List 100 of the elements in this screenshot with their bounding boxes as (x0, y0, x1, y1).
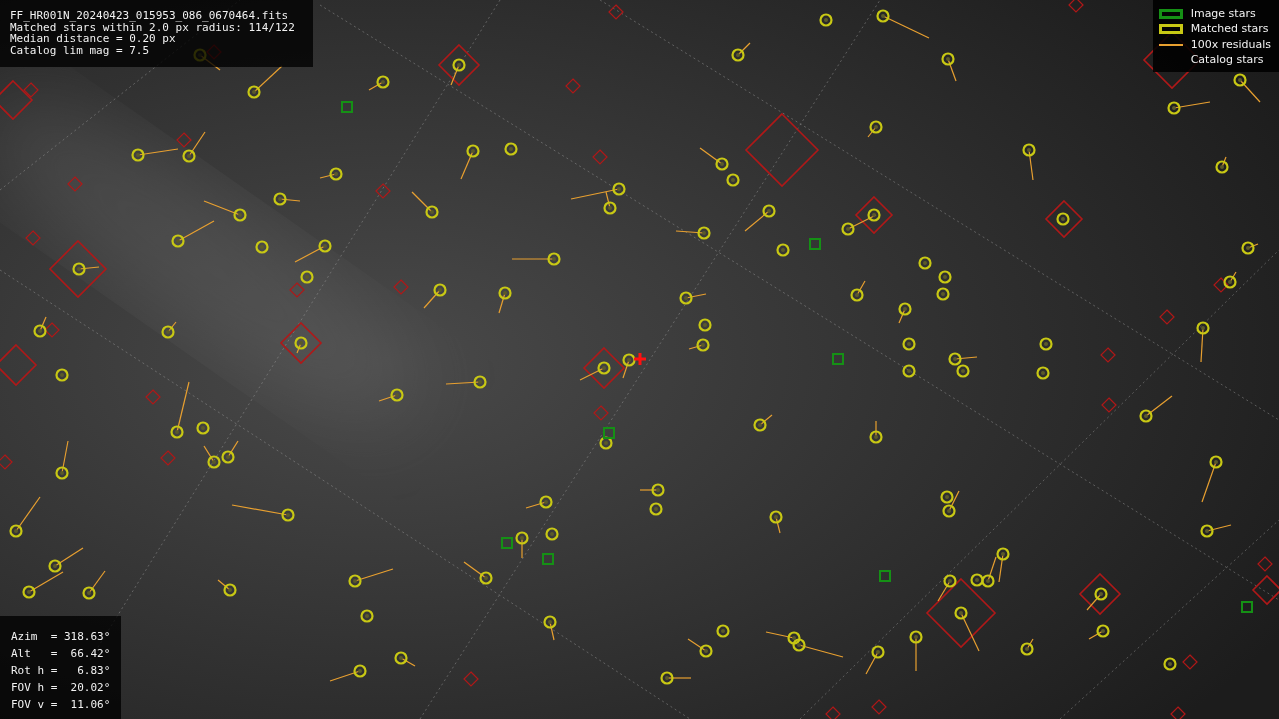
catalog-star-marker (592, 149, 608, 165)
info-line: Median distance = 0.20 px (10, 33, 176, 45)
info-line: FF_HR001N_20240423_015953_086_0670464.fits (10, 10, 290, 22)
matched-star-marker (675, 226, 711, 240)
matched-star-marker (679, 291, 707, 305)
catalog-star-marker (463, 671, 479, 687)
catalog-star-marker (1078, 572, 1122, 616)
matched-star-marker (898, 302, 912, 324)
catalog-star-marker (593, 405, 609, 421)
legend-label: Matched stars (1190, 21, 1269, 37)
legend-label: Catalog stars (1190, 52, 1264, 68)
matched-star-marker (744, 204, 776, 232)
catalog-star-marker (871, 699, 887, 715)
catalog-star-marker (67, 176, 83, 192)
matched-star-marker (170, 381, 190, 439)
catalog-star-marker (1100, 347, 1116, 363)
matched-star-marker (182, 131, 206, 163)
matched-star-marker (294, 239, 332, 263)
info-line: Azim = 318.63° (11, 629, 111, 645)
catalog-star-marker (160, 450, 176, 466)
catalog-star-marker (1044, 199, 1084, 239)
matched-star-marker (450, 58, 466, 86)
matched-star-marker (865, 645, 885, 675)
matched-star-marker (22, 571, 64, 599)
catalog-star-marker (1068, 0, 1084, 13)
matched-star-marker (368, 75, 390, 91)
matched-star-marker (1139, 395, 1173, 423)
matched-star-marker (622, 353, 636, 379)
info-line: FOV h = 20.02° (11, 680, 111, 696)
catalog-star-marker (608, 4, 624, 20)
catalog-star-marker (1213, 277, 1229, 293)
matched-star-marker (131, 148, 179, 162)
matched-star-marker (498, 286, 512, 314)
matched-star-marker (996, 547, 1010, 583)
matched-star-marker (731, 42, 751, 62)
catalog-star-marker (0, 343, 38, 387)
matched-star-marker (348, 568, 394, 588)
matched-star-marker (1167, 101, 1211, 115)
matched-star-marker (687, 638, 713, 658)
matched-star-marker (699, 147, 729, 171)
matched-star-marker (937, 574, 957, 602)
matched-star-marker (753, 414, 773, 432)
catalog-star-marker (925, 577, 997, 649)
matched-star-marker (55, 440, 69, 480)
info-line: FOV v = 11.06° (11, 697, 111, 713)
matched-star-marker (171, 220, 215, 248)
matched-star-marker (1233, 73, 1261, 103)
matched-star-marker (688, 338, 710, 352)
matched-star-marker (203, 200, 247, 222)
matched-star-marker (1088, 624, 1110, 640)
matched-star-marker (329, 664, 367, 682)
catalog-star-marker (1159, 309, 1175, 325)
matched-star-marker (445, 375, 487, 389)
matched-star-marker (1200, 524, 1232, 538)
matched-star-marker (460, 144, 480, 180)
info-line: Catalog lim mag = 7.5 (10, 44, 151, 56)
matched-star-marker (867, 120, 883, 138)
catalog-star-marker (1257, 556, 1273, 572)
matched-star-marker (203, 445, 221, 469)
catalog-star-marker (1101, 397, 1117, 413)
matched-star-marker (1201, 455, 1223, 503)
catalog-star-marker (0, 454, 13, 470)
catalog-star-marker (375, 183, 391, 199)
catalog-star-marker (145, 389, 161, 405)
catalog-star-marker (279, 321, 323, 365)
catalog-star-marker (825, 706, 841, 719)
info-line: Matched stars within 2.0 px radius: 114/122 (10, 21, 295, 33)
matched-star-marker (515, 531, 529, 559)
info-line: Rot h = 6.83° (11, 663, 111, 679)
matched-star-marker (33, 316, 47, 338)
matched-star-marker (909, 630, 923, 672)
matched-star-marker (1223, 271, 1237, 289)
matched-star-marker (941, 52, 957, 82)
matched-star-marker (639, 483, 665, 497)
catalog-star-marker (289, 282, 305, 298)
catalog-star-marker (1251, 574, 1279, 606)
catalog-star-marker (44, 322, 60, 338)
matched-star-marker (463, 561, 493, 585)
matched-star-marker (9, 496, 41, 538)
catalog-star-marker (48, 239, 108, 299)
matched-star-marker (543, 615, 557, 641)
matched-star-marker (850, 280, 866, 302)
matched-star-marker (1086, 587, 1108, 611)
matched-star-marker (1215, 156, 1229, 174)
matched-star-marker (869, 420, 883, 444)
legend-label: Image stars (1190, 5, 1256, 22)
matched-star-marker (876, 9, 930, 39)
matched-star-marker (247, 65, 283, 99)
matched-star-marker (217, 579, 237, 597)
matched-star-marker (161, 321, 177, 339)
catalog-star-marker (437, 43, 481, 87)
matched-star-marker (1022, 143, 1036, 181)
legend-label: 100x residuals (1190, 36, 1271, 53)
info-line: Alt = 66.42° (11, 646, 111, 662)
matched-star-marker (1020, 638, 1034, 656)
matched-star-marker (511, 252, 561, 266)
center-cross-icon (632, 351, 648, 367)
catalog-star-marker (854, 195, 894, 235)
matched-star-marker (423, 283, 447, 309)
matched-star-marker (294, 336, 308, 354)
